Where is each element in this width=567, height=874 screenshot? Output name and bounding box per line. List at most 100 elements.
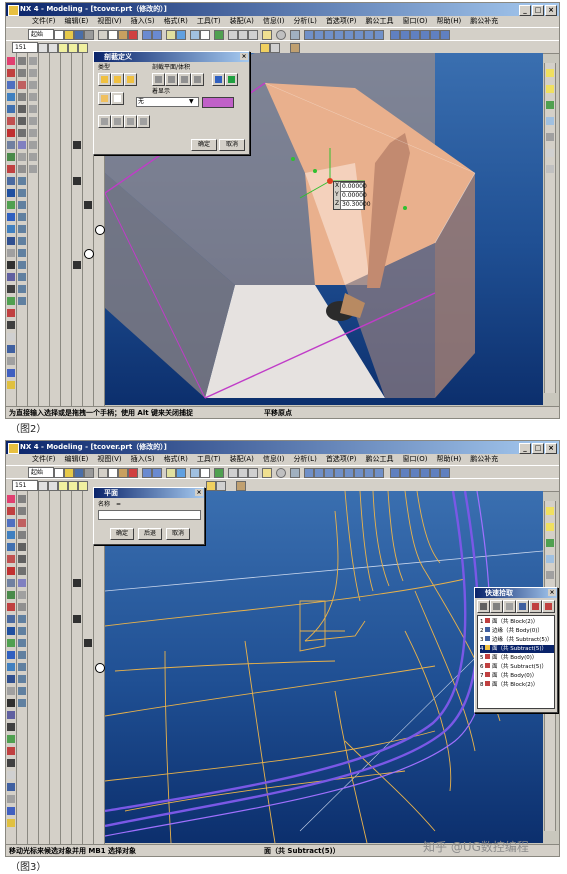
rotate-icon[interactable] [176,30,186,40]
pocket-icon[interactable] [7,603,15,611]
fillet-curve-icon[interactable] [18,603,26,611]
bounded-icon[interactable] [29,117,37,125]
cube-top-icon[interactable] [324,30,334,40]
dimension-icon[interactable] [73,177,81,185]
studio-icon[interactable] [440,468,450,478]
resource-bar-assembly-icon[interactable] [546,523,554,531]
display-select-arrow-icon[interactable]: ▼ [189,98,194,105]
cube-bottom-icon[interactable] [364,30,374,40]
close-button[interactable]: × [545,5,557,16]
undo-icon[interactable] [142,468,152,478]
offset-icon[interactable] [7,309,15,317]
line-icon[interactable] [18,495,26,503]
settings-1-icon[interactable] [98,115,111,128]
handle-point-2[interactable] [313,169,317,173]
intersect-curve-icon[interactable] [18,627,26,635]
extract-icon[interactable] [18,249,26,257]
section-curve-icon[interactable] [18,237,26,245]
hidden-icon[interactable] [430,468,440,478]
render-icon[interactable] [390,30,400,40]
settings-2-icon[interactable] [111,115,124,128]
unite-icon[interactable] [7,225,15,233]
bridge-icon[interactable] [18,213,26,221]
cube-right-icon[interactable] [344,30,354,40]
intersect-icon[interactable] [7,687,15,695]
menu-assemblies[interactable]: 装配(A) [230,454,254,465]
menu-information[interactable]: 信息(I) [263,454,285,465]
name-input[interactable] [98,510,201,520]
mirror-icon[interactable] [7,357,15,365]
ok-button[interactable]: 确定 [110,528,134,540]
cone-icon[interactable] [7,555,15,563]
menu-penggong-extra[interactable]: 鹏公补充 [470,454,498,465]
view-top-icon[interactable] [228,30,238,40]
cube-right-icon[interactable] [344,468,354,478]
list-item-selected[interactable]: 4 面（共 Subtract(5)） [480,645,554,653]
redo-icon[interactable] [152,468,162,478]
layer-icon[interactable] [214,468,224,478]
redo-icon[interactable] [152,30,162,40]
zoom-icon[interactable] [166,30,176,40]
offset-curve-icon[interactable] [18,639,26,647]
sew-icon[interactable] [7,381,15,389]
minimize-button[interactable]: _ [519,443,531,454]
display-icon[interactable] [420,30,430,40]
mirror-icon[interactable] [7,795,15,803]
hole-icon[interactable] [7,141,15,149]
subtract-icon[interactable] [7,675,15,683]
new-icon[interactable] [54,468,64,478]
cube-trimetric-icon[interactable] [314,30,324,40]
wireframe-icon[interactable] [200,468,210,478]
pattern-icon[interactable] [7,345,15,353]
edit-curve-icon[interactable] [18,297,26,305]
shell-icon[interactable] [7,723,15,731]
extract-icon[interactable] [18,687,26,695]
rect-icon[interactable] [18,543,26,551]
cube-left-icon[interactable] [354,468,364,478]
join-icon[interactable] [18,225,26,233]
start-menu-combo[interactable]: 起始 [28,467,54,478]
pocket-icon[interactable] [7,165,15,173]
menu-analysis[interactable]: 分析(L) [293,454,316,465]
section-curve-icon[interactable] [18,675,26,683]
transition-icon[interactable] [29,153,37,161]
trim-icon[interactable] [7,759,15,767]
plane-z-button[interactable] [178,73,191,86]
copy-icon[interactable] [108,468,118,478]
ring-icon[interactable] [276,30,286,40]
circle-icon[interactable] [18,519,26,527]
paste-icon[interactable] [118,30,128,40]
ruled-icon[interactable] [29,69,37,77]
grid-icon[interactable] [290,30,300,40]
plane-custom-button[interactable] [191,73,204,86]
grid-icon[interactable] [290,468,300,478]
filter-component-icon[interactable] [542,600,555,613]
resource-bar-reuse-icon[interactable] [546,133,554,141]
slot-icon[interactable] [7,189,15,197]
select-all-icon[interactable] [48,43,58,53]
z-coordinate-input[interactable]: 30.30000 [340,200,371,210]
project-icon[interactable] [18,615,26,623]
view-front-icon[interactable] [238,30,248,40]
resource-bar-part-icon[interactable] [546,69,554,77]
law-extension-icon[interactable] [29,141,37,149]
layer-combo[interactable]: 151 [12,42,38,53]
filter-feature-icon[interactable] [529,600,542,613]
menu-file[interactable]: 文件(F) [32,454,56,465]
arc-icon[interactable] [18,69,26,77]
sphere-icon[interactable] [7,567,15,575]
revolve-icon[interactable] [7,519,15,527]
line-icon[interactable] [18,57,26,65]
minimize-button[interactable]: _ [519,5,531,16]
menu-preferences[interactable]: 首选项(P) [326,454,357,465]
menu-window[interactable]: 窗口(O) [403,16,428,27]
cylinder-icon[interactable] [7,105,15,113]
draft-icon[interactable] [7,297,15,305]
undo-icon[interactable] [142,30,152,40]
trim-curve-icon[interactable] [18,273,26,281]
ellipse-icon[interactable] [18,129,26,137]
edge-icon[interactable] [400,30,410,40]
delete-icon[interactable] [128,30,138,40]
type-one-plane-button[interactable] [98,73,111,86]
pattern-icon[interactable] [7,783,15,791]
